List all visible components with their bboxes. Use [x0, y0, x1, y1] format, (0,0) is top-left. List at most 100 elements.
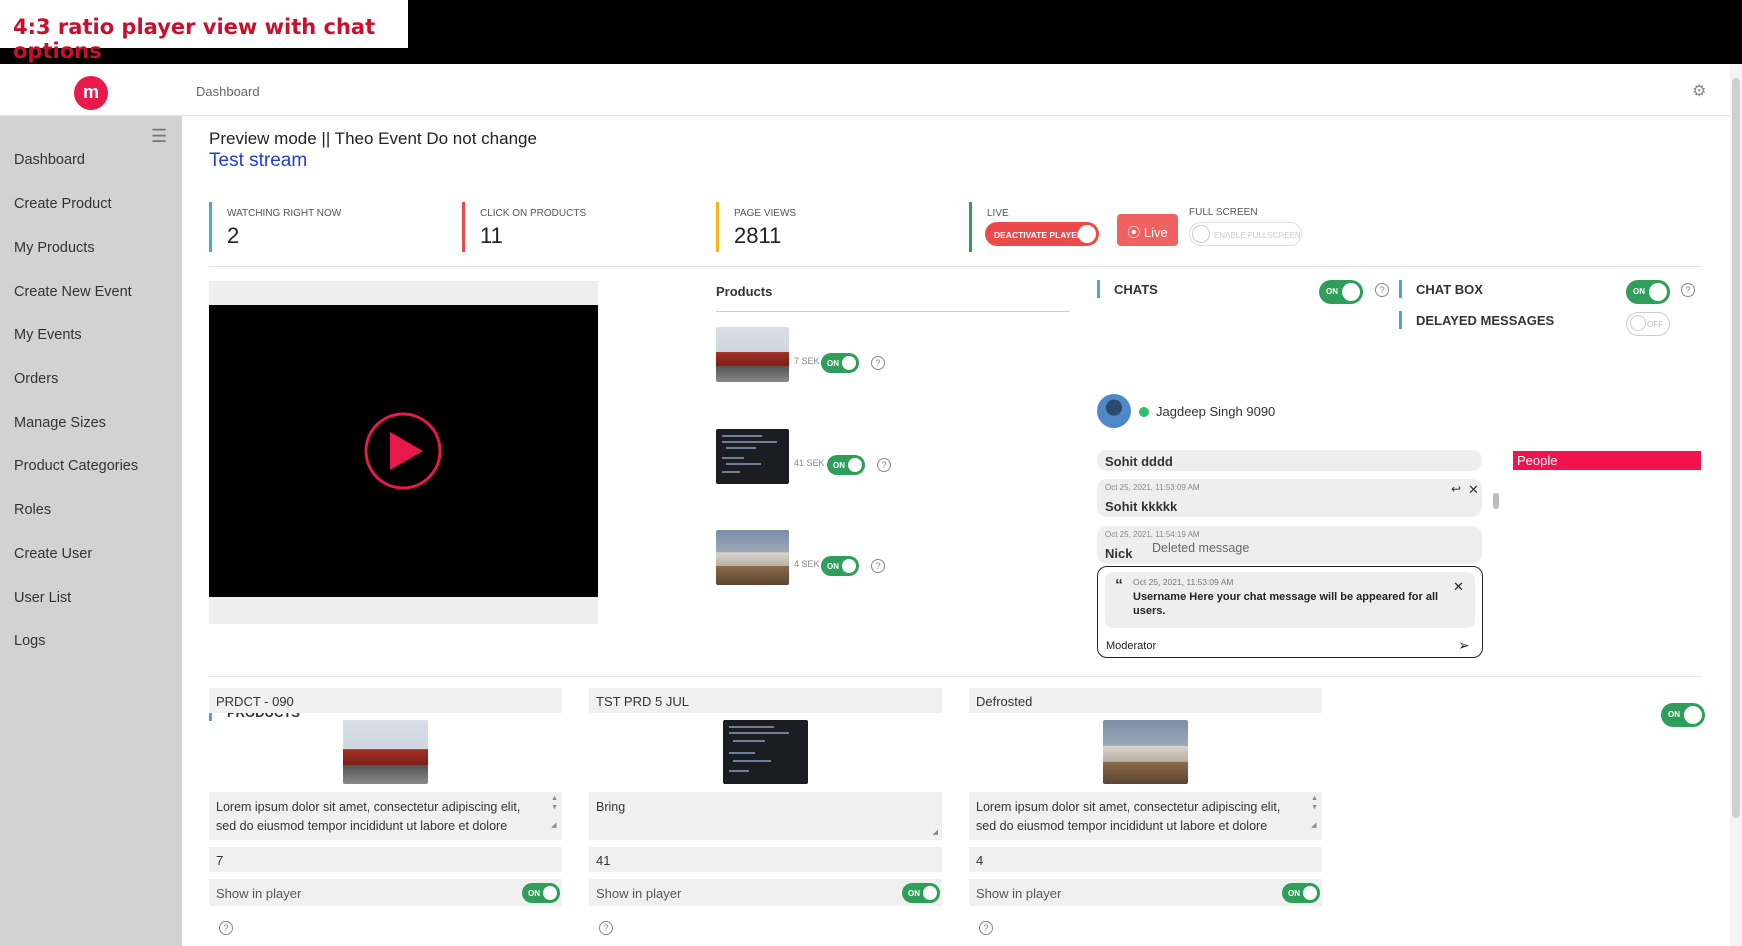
toggle-label: ON	[1668, 710, 1680, 719]
sidebar-item-product-categories[interactable]: Product Categories	[14, 458, 138, 474]
sidebar-item-my-products[interactable]: My Products	[14, 240, 95, 256]
divider	[209, 266, 1702, 267]
deactivate-player-toggle[interactable]: DEACTIVATE PLAYER	[985, 222, 1099, 246]
play-icon[interactable]	[209, 305, 598, 597]
chat-box-toggle[interactable]: ON	[1626, 280, 1670, 304]
chat-message[interactable]: Sohit dddd	[1097, 450, 1482, 471]
stat-label: LIVE	[987, 208, 1009, 219]
sidebar-item-create-new-event[interactable]: Create New Event	[14, 284, 132, 300]
product-price: 41 SEK	[794, 458, 825, 468]
product-show-toggle[interactable]: ON	[827, 455, 865, 475]
toggle-knob	[1078, 225, 1096, 243]
stream-title[interactable]: Test stream	[209, 150, 307, 172]
deactivate-label: DEACTIVATE PLAYER	[994, 230, 1084, 240]
fullscreen-toggle[interactable]: ENABLE FULLSCREEN	[1189, 222, 1302, 246]
sidebar-item-my-events[interactable]: My Events	[14, 327, 82, 343]
stat-label: CLICK ON PRODUCTS	[480, 208, 587, 219]
sidebar-item-logs[interactable]: Logs	[14, 633, 45, 649]
sidebar-item-user-list[interactable]: User List	[14, 590, 71, 606]
message-input[interactable]: Moderator	[1106, 640, 1156, 652]
sidebar-item-dashboard[interactable]: Dashboard	[14, 152, 85, 168]
fullscreen-button-label: ENABLE FULLSCREEN	[1214, 231, 1301, 240]
product-show-toggle[interactable]: ON	[821, 556, 859, 576]
reply-box: “ Oct 25, 2021, 11:53:09 AM Username Her…	[1097, 566, 1483, 658]
reply-icon[interactable]: ↩	[1451, 482, 1461, 496]
player-products-title: Products	[716, 284, 773, 299]
chats-label: CHATS	[1097, 280, 1158, 298]
live-label: Live	[1143, 225, 1168, 240]
toggle-knob	[1684, 706, 1702, 724]
sidebar-item-create-product[interactable]: Create Product	[14, 196, 112, 212]
avatar[interactable]	[1097, 394, 1131, 428]
sidebar-item-manage-sizes[interactable]: Manage Sizes	[14, 415, 106, 431]
video-canvas[interactable]	[209, 305, 598, 597]
stat-watching: WATCHING RIGHT NOW 2	[209, 202, 341, 252]
help-icon[interactable]: ?	[877, 458, 891, 472]
chat-message-text: Deleted message	[1152, 541, 1250, 555]
quoted-message: “ Oct 25, 2021, 11:53:09 AM Username Her…	[1105, 572, 1475, 628]
help-icon[interactable]: ?	[871, 356, 885, 370]
toggle-label: ON	[833, 461, 845, 470]
toggle-knob	[842, 356, 856, 370]
help-icon[interactable]: ?	[871, 559, 885, 573]
brand-logo[interactable]: m	[74, 76, 108, 110]
delayed-messages-label: DELAYED MESSAGES	[1399, 311, 1554, 329]
page-title: Preview mode || Theo Event Do not change	[209, 129, 537, 148]
screenshot-caption: 4:3 ratio player view with chat options	[0, 0, 408, 63]
send-icon[interactable]: ➢	[1458, 637, 1470, 654]
people-tab[interactable]: People	[1513, 451, 1701, 470]
toggle-label: ON	[1633, 287, 1645, 296]
chat-message[interactable]: Oct 25, 2021, 11:53:09 AM Sohit kkkkk ↩ …	[1097, 479, 1482, 517]
divider	[716, 311, 1070, 312]
logo-letter: m	[82, 82, 99, 102]
toggle-label: OFF	[1647, 320, 1663, 329]
product-price: 7 SEK	[794, 356, 820, 366]
toggle-knob	[1630, 315, 1646, 331]
stat-clicks: CLICK ON PRODUCTS 11	[462, 202, 586, 252]
stat-value: 2811	[734, 223, 782, 248]
breadcrumb[interactable]: Dashboard	[196, 84, 260, 99]
sidebar-item-roles[interactable]: Roles	[14, 502, 51, 518]
stat-value: 2	[227, 223, 240, 248]
chat-scrollbar[interactable]	[1493, 493, 1499, 509]
page-scrollbar[interactable]	[1730, 64, 1742, 946]
toggle-label: ON	[827, 562, 839, 571]
app-frame: m Dashboard ⚙ ☰ Dashboard Create Product…	[0, 64, 1742, 946]
fullscreen-title: FULL SCREEN	[1189, 207, 1258, 218]
stat-page-views: PAGE VIEWS 2811	[716, 202, 796, 252]
quote-icon: “	[1115, 577, 1123, 594]
stat-label: WATCHING RIGHT NOW	[227, 208, 342, 219]
chat-message-author: Sohit dddd	[1105, 454, 1173, 469]
sidebar-item-orders[interactable]: Orders	[14, 371, 58, 387]
toggle-knob	[1649, 283, 1667, 301]
chat-message-author: Nick	[1105, 546, 1133, 561]
top-bar: m Dashboard ⚙	[0, 64, 1730, 116]
chat-message-time: Oct 25, 2021, 11:54:19 AM	[1105, 530, 1200, 539]
chat-message-author: Sohit kkkkk	[1105, 499, 1178, 514]
chats-toggle[interactable]: ON	[1319, 280, 1363, 304]
close-icon[interactable]: ✕	[1468, 482, 1479, 498]
gear-icon[interactable]: ⚙	[1692, 81, 1706, 101]
delayed-messages-toggle[interactable]: OFF	[1626, 312, 1670, 336]
products-section-toggle[interactable]: ON	[1661, 703, 1705, 727]
live-dot-icon: ⦿	[1127, 225, 1141, 240]
sidebar: ☰ Dashboard Create Product My Products C…	[0, 116, 182, 946]
quoted-message-time: Oct 25, 2021, 11:53:09 AM	[1133, 577, 1234, 587]
video-player	[209, 281, 598, 624]
chat-box-label: CHAT BOX	[1399, 280, 1483, 298]
toggle-knob	[1192, 225, 1210, 243]
sidebar-item-create-user[interactable]: Create User	[14, 546, 92, 562]
stat-label: PAGE VIEWS	[734, 208, 797, 219]
chat-message[interactable]: Oct 25, 2021, 11:54:19 AM Nick Deleted m…	[1097, 526, 1482, 564]
help-icon[interactable]: ?	[1681, 283, 1695, 297]
toggle-knob	[848, 458, 862, 472]
product-thumbnail	[716, 327, 789, 382]
close-icon[interactable]: ✕	[1453, 579, 1464, 595]
chat-username: Jagdeep Singh 9090	[1156, 404, 1276, 419]
scrollbar-thumb[interactable]	[1732, 78, 1740, 818]
product-show-toggle[interactable]: ON	[821, 353, 859, 373]
product-price: 4 SEK	[794, 559, 820, 569]
hamburger-menu-icon[interactable]: ☰	[151, 126, 167, 147]
help-icon[interactable]: ?	[1375, 283, 1389, 297]
live-button[interactable]: ⦿ Live	[1117, 214, 1178, 246]
